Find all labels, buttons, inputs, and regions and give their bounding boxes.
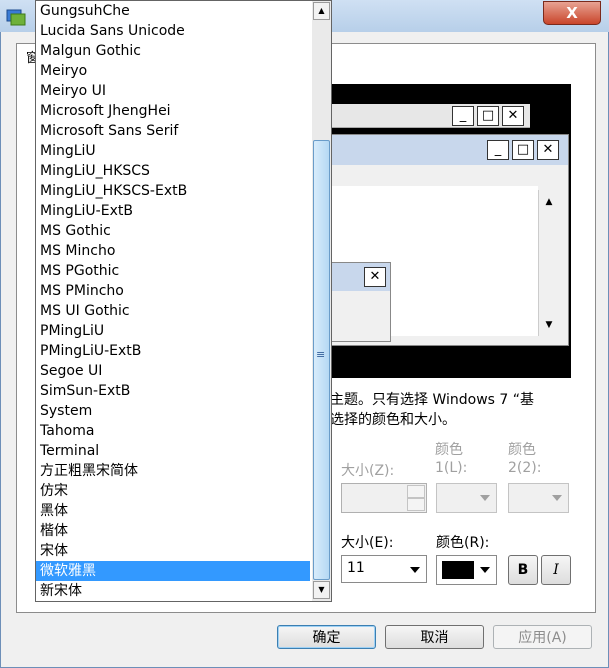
color-swatch — [442, 561, 474, 579]
list-item[interactable]: MS Mincho — [36, 241, 310, 261]
list-item[interactable]: MingLiU — [36, 141, 310, 161]
minimize-icon: _ — [487, 140, 509, 160]
list-item[interactable]: 宋体 — [36, 541, 310, 561]
list-item[interactable]: MingLiU-ExtB — [36, 201, 310, 221]
list-item[interactable]: 仿宋 — [36, 481, 310, 501]
close-icon: X — [566, 4, 578, 22]
scroll-up-icon[interactable]: ▲ — [313, 2, 330, 20]
font-color-dropdown[interactable] — [436, 555, 497, 585]
list-item[interactable]: Terminal — [36, 441, 310, 461]
list-item[interactable]: MS PMincho — [36, 281, 310, 301]
chevron-down-icon — [552, 495, 562, 501]
chevron-down-icon — [480, 567, 490, 573]
list-item[interactable]: 楷体 — [36, 521, 310, 541]
list-item[interactable]: Lucida Sans Unicode — [36, 21, 310, 41]
color1-label: 颜色 — [435, 442, 463, 458]
close-icon: ✕ — [502, 106, 524, 126]
list-item[interactable]: Meiryo UI — [36, 81, 310, 101]
font-size-dropdown[interactable]: 11 — [341, 555, 427, 583]
list-item[interactable]: GungsuhChe — [36, 1, 310, 21]
color1-label: 1(L): — [435, 460, 468, 476]
description-text: 选择的颜色和大小。 — [330, 412, 456, 428]
scroll-down-icon: ▼ — [545, 320, 553, 330]
scroll-up-icon: ▲ — [545, 197, 553, 207]
list-item[interactable]: Tahoma — [36, 421, 310, 441]
close-button[interactable]: X — [543, 1, 601, 25]
list-item[interactable]: Segoe UI — [36, 361, 310, 381]
italic-button[interactable]: I — [541, 555, 571, 585]
list-item[interactable]: Microsoft Sans Serif — [36, 121, 310, 141]
app-icon — [6, 8, 26, 26]
list-item[interactable]: PMingLiU-ExtB — [36, 341, 310, 361]
list-item[interactable]: MS Gothic — [36, 221, 310, 241]
list-item[interactable]: Malgun Gothic — [36, 41, 310, 61]
list-item-selected[interactable]: 微软雅黑 — [36, 561, 310, 581]
preview-menu-bar — [327, 166, 568, 186]
color2-label: 2(2): — [508, 460, 542, 476]
color2-label: 颜色 — [508, 442, 536, 458]
font-size-value: 11 — [347, 560, 365, 576]
list-item[interactable]: MS UI Gothic — [36, 301, 310, 321]
list-item[interactable]: SimSun-ExtB — [36, 381, 310, 401]
font-size-label: 大小(E): — [341, 535, 394, 551]
description-text: 主题。只有选择 Windows 7 “基 — [330, 392, 535, 408]
maximize-icon: □ — [512, 140, 534, 160]
preview-inactive-window — [332, 104, 530, 128]
list-item[interactable]: Meiryo — [36, 61, 310, 81]
list-item[interactable]: 新宋体 — [36, 581, 310, 601]
item-size-label: 大小(Z): — [341, 463, 395, 479]
maximize-icon: □ — [477, 106, 499, 126]
list-item[interactable]: MingLiU_HKSCS — [36, 161, 310, 181]
list-item[interactable]: 黑体 — [36, 501, 310, 521]
ok-button[interactable]: 确定 — [277, 625, 376, 649]
list-item[interactable]: System — [36, 401, 310, 421]
list-item[interactable]: PMingLiU — [36, 321, 310, 341]
apply-button[interactable]: 应用(A) — [493, 625, 592, 649]
color2-dropdown[interactable] — [508, 483, 569, 513]
chevron-down-icon — [480, 495, 490, 501]
font-color-label: 颜色(R): — [436, 535, 490, 551]
stepper-down-icon[interactable] — [407, 498, 425, 511]
cancel-button[interactable]: 取消 — [385, 625, 484, 649]
minimize-icon: _ — [452, 106, 474, 126]
close-icon: ✕ — [364, 267, 386, 287]
list-item[interactable]: MingLiU_HKSCS-ExtB — [36, 181, 310, 201]
grip-icon: ≡ — [316, 348, 326, 361]
bold-button[interactable]: B — [508, 555, 538, 585]
list-item[interactable]: Microsoft JhengHei — [36, 101, 310, 121]
chevron-down-icon — [410, 567, 420, 573]
scrollbar-thumb[interactable]: ≡ — [313, 140, 330, 580]
stepper-up-icon[interactable] — [407, 485, 425, 498]
color1-dropdown[interactable] — [436, 483, 497, 513]
close-icon: ✕ — [537, 140, 559, 160]
list-item[interactable]: MS PGothic — [36, 261, 310, 281]
scroll-down-icon[interactable]: ▼ — [313, 581, 330, 599]
list-item[interactable]: 方正粗黑宋简体 — [36, 461, 310, 481]
